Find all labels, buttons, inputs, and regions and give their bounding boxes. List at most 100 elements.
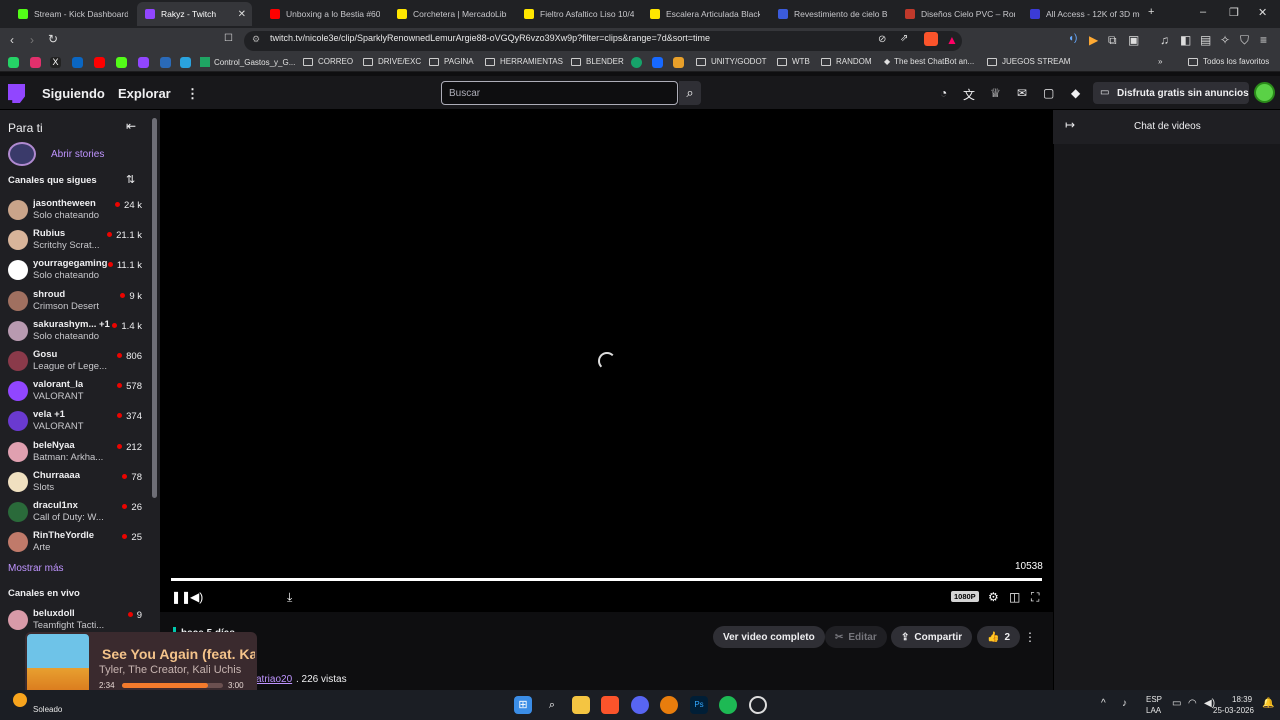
search-icon[interactable]: ⌕ <box>679 81 701 105</box>
inbox-icon[interactable]: ✉ <box>1017 86 1027 100</box>
edit-button[interactable]: ✂ Editar <box>825 626 887 648</box>
song-progress[interactable] <box>122 683 223 688</box>
window-close-button[interactable]: ✕ <box>1258 6 1267 19</box>
theater-mode-icon[interactable]: ◫ <box>1009 590 1020 604</box>
site-info-icon[interactable]: ⚙ <box>252 34 260 45</box>
instagram-icon[interactable] <box>30 57 41 68</box>
sidebar-channel[interactable]: vela +1 VALORANT 374 <box>0 407 150 437</box>
forward-icon[interactable]: › <box>30 33 34 47</box>
maximize-button[interactable]: ❐ <box>1229 6 1239 19</box>
browser-tab[interactable]: Unboxing a lo Bestia #60 / <box>262 2 380 26</box>
sort-icon[interactable]: ⇅ <box>126 173 135 186</box>
sidebar-channel[interactable]: RinTheYordle Arte 25 <box>0 528 150 558</box>
whatsapp-icon[interactable] <box>8 57 19 68</box>
nav-explore[interactable]: Explorar <box>118 86 171 101</box>
sidebar-channel[interactable]: Rubius Scritchy Scrat... 21.1 k <box>0 226 150 256</box>
ad-free-button[interactable]: Disfruta gratis sin anuncios <box>1093 82 1249 104</box>
sidebar-channel[interactable]: shroud Crimson Desert 9 k <box>0 287 150 317</box>
stories-avatar[interactable] <box>8 142 36 166</box>
linkedin-icon[interactable] <box>72 57 83 68</box>
watch-full-video-button[interactable]: Ver video completo <box>713 626 825 648</box>
bookmark-chatbot[interactable]: ◆ The best ChatBot an... <box>884 57 974 66</box>
share-page-icon[interactable]: ⇗ <box>900 33 908 44</box>
language-primary[interactable]: ESP <box>1146 695 1162 704</box>
user-avatar[interactable] <box>1254 82 1275 103</box>
fullscreen-icon[interactable]: ⛶ <box>1031 590 1039 605</box>
notifications-icon[interactable]: 🔔 <box>1262 698 1274 709</box>
nav-more-icon[interactable]: ⋮ <box>186 86 199 102</box>
more-options-icon[interactable]: ⋮ <box>1024 630 1036 644</box>
bookmark-pagina[interactable]: PAGINA <box>429 57 474 66</box>
tray-expand-icon[interactable]: ^ <box>1101 698 1106 709</box>
screenshot-icon[interactable]: ▣ <box>1128 33 1139 47</box>
clipper-link[interactable]: atriao20 <box>256 674 292 685</box>
leo-ai-icon[interactable]: ✧ <box>1220 33 1230 47</box>
settings-icon[interactable]: ⚙ <box>988 590 999 604</box>
sidebar-channel[interactable]: sakurashym... +1 Solo chateando 1.4 k <box>0 317 150 347</box>
pinterest-icon[interactable] <box>160 57 171 68</box>
bookmark-random[interactable]: RANDOM <box>821 57 872 66</box>
bookmark-wtb[interactable]: WTB <box>777 57 810 66</box>
weather-icon[interactable] <box>13 693 27 707</box>
extension-icon[interactable]: ⧉ <box>1108 33 1117 48</box>
discord-icon[interactable] <box>631 696 649 714</box>
sidebar-channel[interactable]: Gosu League of Lege... 806 <box>0 347 150 377</box>
reload-icon[interactable]: ↻ <box>48 32 58 46</box>
vpn-shield-icon[interactable]: ⛉ <box>1240 33 1249 48</box>
open-stories-link[interactable]: Abrir stories <box>51 149 104 160</box>
brave-rewards-icon[interactable]: ▲ <box>946 33 958 47</box>
like-button[interactable]: 👍 2 <box>977 626 1021 648</box>
browser-tab[interactable]: Corchetera | MercadoLibre <box>389 2 507 26</box>
progress-bar[interactable] <box>171 578 1042 581</box>
bm-green-icon[interactable] <box>631 57 642 68</box>
mic-icon[interactable]: ♪ <box>1122 698 1127 709</box>
sidebar-toggle-icon[interactable]: ◧ <box>1180 33 1191 47</box>
bookmarks-overflow-icon[interactable]: » <box>1158 57 1162 66</box>
behance-icon[interactable] <box>652 57 663 68</box>
brave-shields-icon[interactable] <box>924 32 938 46</box>
menu-icon[interactable]: ≡ <box>1260 33 1267 47</box>
clock-date[interactable]: 25-03-2026 <box>1213 706 1254 715</box>
browser-tab[interactable]: Revestimiento de cielo Bla <box>770 2 888 26</box>
new-tab-button[interactable]: + <box>1148 6 1154 18</box>
brave-icon[interactable] <box>601 696 619 714</box>
bookmark-herramientas[interactable]: HERRAMIENTAS <box>485 57 563 66</box>
wifi-icon[interactable]: ◠ <box>1188 698 1197 709</box>
bookmark-blender[interactable]: BLENDER <box>571 57 624 66</box>
clock-time[interactable]: 18:39 <box>1232 695 1252 704</box>
file-explorer-icon[interactable] <box>572 696 590 714</box>
sidebar-channel[interactable]: jasontheween Solo chateando 24 k <box>0 196 150 226</box>
media-play-icon[interactable]: ▶ <box>1089 33 1098 47</box>
bookmark-control-gastos[interactable]: Control_Gastos_y_G... <box>200 57 295 67</box>
bits-icon[interactable]: ◆ <box>1071 86 1080 100</box>
sidebar-scrollbar[interactable] <box>152 118 157 498</box>
bookmark-page-icon[interactable]: ☐ <box>224 33 233 44</box>
volume-icon[interactable]: ◀) <box>190 590 203 604</box>
spotify-icon[interactable] <box>719 696 737 714</box>
browser-tab[interactable]: Diseños Cielo PVC – Roma <box>897 2 1015 26</box>
pause-icon[interactable]: ❚❚ <box>171 590 191 604</box>
search-taskbar-icon[interactable]: ⌕ <box>543 696 561 714</box>
monitor-icon[interactable]: ▭ <box>1172 698 1181 709</box>
show-more-link[interactable]: Mostrar más <box>8 563 64 574</box>
whispers-icon[interactable]: ▢ <box>1043 86 1054 100</box>
x-icon[interactable]: X <box>50 57 61 68</box>
language-secondary[interactable]: LAA <box>1146 706 1161 715</box>
bookmark-all[interactable]: Todos los favoritos <box>1188 57 1269 66</box>
bookmark-juegos[interactable]: JUEGOS STREAM <box>987 57 1070 66</box>
bookmark-unity[interactable]: UNITY/GODOT <box>696 57 767 66</box>
browser-tab[interactable]: Fieltro Asfaltico Liso 10/40 <box>516 2 634 26</box>
nav-following[interactable]: Siguiendo <box>42 86 105 101</box>
expand-chat-icon[interactable]: ↦ <box>1065 118 1075 132</box>
minimize-button[interactable]: – <box>1200 6 1206 18</box>
sidebar-channel[interactable]: beleNyaa Batman: Arkha... 212 <box>0 438 150 468</box>
music-note-icon[interactable]: ♫ <box>1160 33 1169 47</box>
url-text[interactable]: twitch.tv/nicole3e/clip/SparklyRenownedL… <box>270 33 710 43</box>
blender-icon[interactable] <box>660 696 678 714</box>
bookmark-drive[interactable]: DRIVE/EXC <box>363 57 421 66</box>
browser-tab[interactable]: Rakyz - Twitch ✕ <box>137 2 252 26</box>
bookmark-correo[interactable]: CORREO <box>303 57 353 66</box>
translate-icon[interactable]: 文 <box>963 86 975 103</box>
prime-icon[interactable]: ◔ <box>940 86 947 100</box>
tab-close-icon[interactable]: ✕ <box>238 9 246 20</box>
